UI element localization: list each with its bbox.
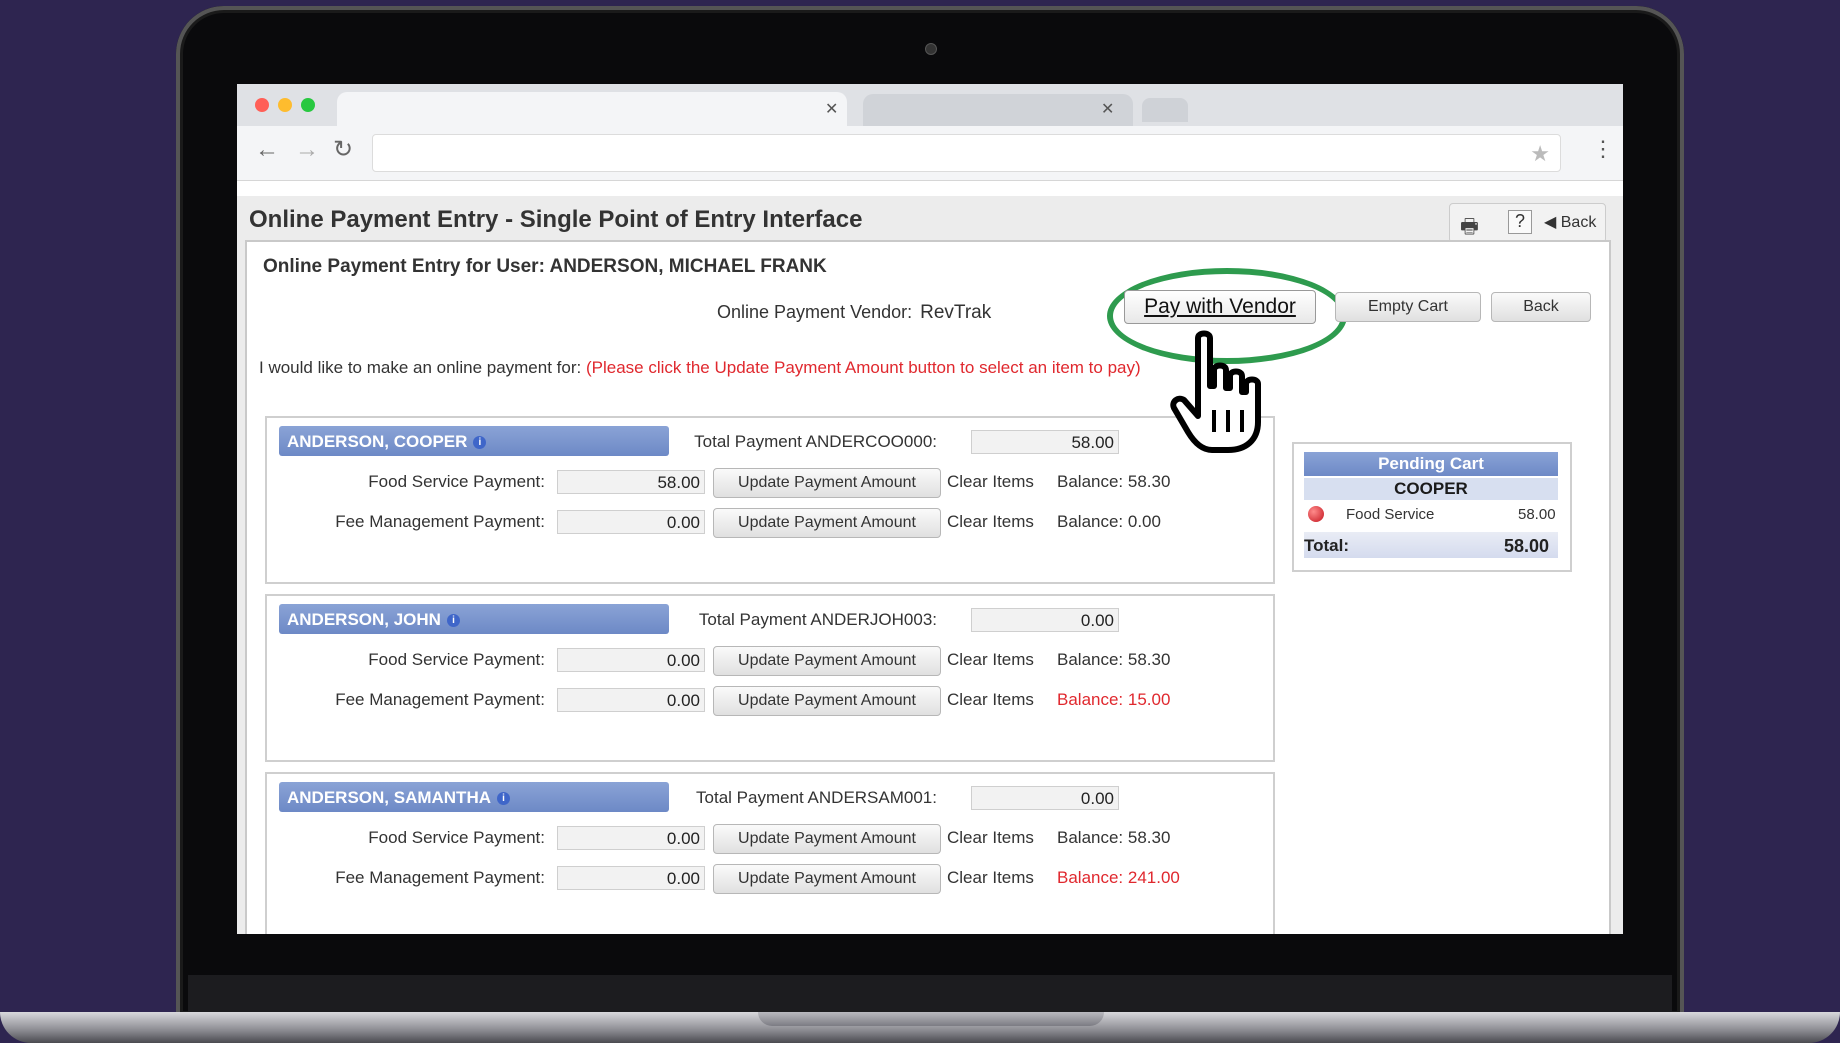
total-payment-label: Total Payment ANDERSAM001: <box>696 788 937 807</box>
window-zoom-button[interactable] <box>301 98 315 112</box>
balance-text: Balance: 58.30 <box>1057 650 1171 669</box>
address-bar[interactable]: ★ <box>372 134 1561 172</box>
payment-panel: Online Payment Entry for User: ANDERSON,… <box>245 240 1611 934</box>
payment-amount-field[interactable]: 0.00 <box>557 688 705 712</box>
student-name: ANDERSON, COOPER <box>287 432 468 451</box>
balance-text: Balance: 58.30 <box>1057 472 1171 491</box>
browser-toolbar: ← → ↻ ★ ⋮ <box>237 126 1623 181</box>
payment-amount-field[interactable]: 0.00 <box>557 648 705 672</box>
payment-row-label: Fee Management Payment: <box>335 868 545 887</box>
hand-pointer-icon <box>1170 330 1261 453</box>
student-name-bar: ANDERSON, SAMANTHA i <box>279 782 669 812</box>
student-card: ANDERSON, JOHN i Total Payment ANDERJOH00… <box>265 594 1275 762</box>
tab-close-icon[interactable]: ✕ <box>1101 102 1114 118</box>
clear-items-link[interactable]: Clear Items <box>947 868 1034 888</box>
apple-icon <box>1308 506 1324 522</box>
window-close-button[interactable] <box>255 98 269 112</box>
student-card: ANDERSON, COOPER i Total Payment ANDERCOO… <box>265 416 1275 584</box>
balance-text: Balance: 241.00 <box>1057 868 1180 887</box>
update-payment-amount-button[interactable]: Update Payment Amount <box>713 686 941 716</box>
bookmark-star-icon[interactable]: ★ <box>1530 141 1550 167</box>
cart-student: COOPER <box>1304 478 1558 500</box>
app-page: Online Payment Entry - Single Point of E… <box>237 196 1623 934</box>
intro-note: (Please click the Update Payment Amount … <box>585 358 1141 377</box>
tab-close-icon[interactable]: ✕ <box>825 102 838 118</box>
student-card: ANDERSON, SAMANTHA i Total Payment ANDERS… <box>265 772 1275 934</box>
total-payment-field: 0.00 <box>971 786 1119 810</box>
cart-item-name: Food Service <box>1346 506 1435 523</box>
total-payment-field: 0.00 <box>971 608 1119 632</box>
browser-tab-inactive[interactable]: ✕ <box>863 94 1133 126</box>
clear-items-link[interactable]: Clear Items <box>947 472 1034 492</box>
header-back-button[interactable]: ◀ Back <box>1544 212 1596 232</box>
tab-bar: ✕ ✕ <box>237 84 1623 126</box>
webcam <box>925 43 937 55</box>
back-button[interactable]: Back <box>1491 292 1591 322</box>
balance-text: Balance: 58.30 <box>1057 828 1171 847</box>
pending-cart: Pending Cart COOPER Food Service 58.00 T… <box>1292 442 1572 572</box>
forward-arrow-icon[interactable]: → <box>295 138 319 162</box>
intro-text: I would like to make an online payment f… <box>259 358 1141 378</box>
pay-with-vendor-button[interactable]: Pay with Vendor <box>1124 290 1316 324</box>
vendor-value: RevTrak <box>920 302 992 323</box>
intro-label: I would like to make an online payment f… <box>259 358 582 377</box>
cart-title: Pending Cart <box>1304 452 1558 476</box>
vendor-label: Online Payment Vendor: <box>717 302 913 322</box>
laptop-chin <box>188 975 1672 1013</box>
header-tools: 🖶 ? ◀ Back <box>1449 203 1606 243</box>
cart-total-label: Total: <box>1304 536 1350 555</box>
back-arrow-icon[interactable]: ← <box>255 138 279 162</box>
window-minimize-button[interactable] <box>278 98 292 112</box>
balance-text: Balance: 0.00 <box>1057 512 1161 531</box>
clear-items-link[interactable]: Clear Items <box>947 690 1034 710</box>
cart-total-value: 58.00 <box>1504 536 1550 556</box>
payment-amount-field[interactable]: 58.00 <box>557 470 705 494</box>
payment-amount-field[interactable]: 0.00 <box>557 510 705 534</box>
total-payment-label: Total Payment ANDERJOH003: <box>698 610 937 629</box>
help-icon[interactable]: ? <box>1508 210 1532 234</box>
student-name: ANDERSON, JOHN <box>287 610 441 629</box>
browser-menu-icon[interactable]: ⋮ <box>1592 138 1614 160</box>
browser-window: ✕ ✕ ← → ↻ ★ ⋮ Online Payment Entry - Sin… <box>237 84 1623 934</box>
payment-amount-field[interactable]: 0.00 <box>557 826 705 850</box>
payment-amount-field[interactable]: 0.00 <box>557 866 705 890</box>
student-name-bar: ANDERSON, COOPER i <box>279 426 669 456</box>
payment-row-label: Food Service Payment: <box>368 472 545 491</box>
browser-tab-active[interactable]: ✕ <box>337 92 847 126</box>
total-payment-label: Total Payment ANDERCOO000: <box>694 432 937 451</box>
clear-items-link[interactable]: Clear Items <box>947 512 1034 532</box>
info-icon[interactable]: i <box>497 792 510 806</box>
page-title: Online Payment Entry - Single Point of E… <box>249 206 863 233</box>
cart-item-amount: 58.00 <box>1518 506 1556 523</box>
update-payment-amount-button[interactable]: Update Payment Amount <box>713 824 941 854</box>
payment-row-label: Fee Management Payment: <box>335 690 545 709</box>
total-payment-field: 58.00 <box>971 430 1119 454</box>
update-payment-amount-button[interactable]: Update Payment Amount <box>713 864 941 894</box>
new-tab-button[interactable] <box>1142 98 1188 122</box>
vendor-line: Online Payment Vendor: RevTrak <box>717 302 991 324</box>
student-name: ANDERSON, SAMANTHA <box>287 788 491 807</box>
payment-row-label: Fee Management Payment: <box>335 512 545 531</box>
info-icon[interactable]: i <box>446 614 460 628</box>
info-icon[interactable]: i <box>473 436 487 450</box>
user-heading: Online Payment Entry for User: ANDERSON,… <box>263 256 827 277</box>
student-name-bar: ANDERSON, JOHN i <box>279 604 669 634</box>
reload-icon[interactable]: ↻ <box>333 138 353 162</box>
clear-items-link[interactable]: Clear Items <box>947 650 1034 670</box>
update-payment-amount-button[interactable]: Update Payment Amount <box>713 646 941 676</box>
payment-row-label: Food Service Payment: <box>368 650 545 669</box>
balance-text: Balance: 15.00 <box>1057 690 1171 709</box>
payment-row-label: Food Service Payment: <box>368 828 545 847</box>
empty-cart-button[interactable]: Empty Cart <box>1335 292 1481 322</box>
laptop-notch <box>758 1012 1104 1026</box>
update-payment-amount-button[interactable]: Update Payment Amount <box>713 468 941 498</box>
update-payment-amount-button[interactable]: Update Payment Amount <box>713 508 941 538</box>
clear-items-link[interactable]: Clear Items <box>947 828 1034 848</box>
